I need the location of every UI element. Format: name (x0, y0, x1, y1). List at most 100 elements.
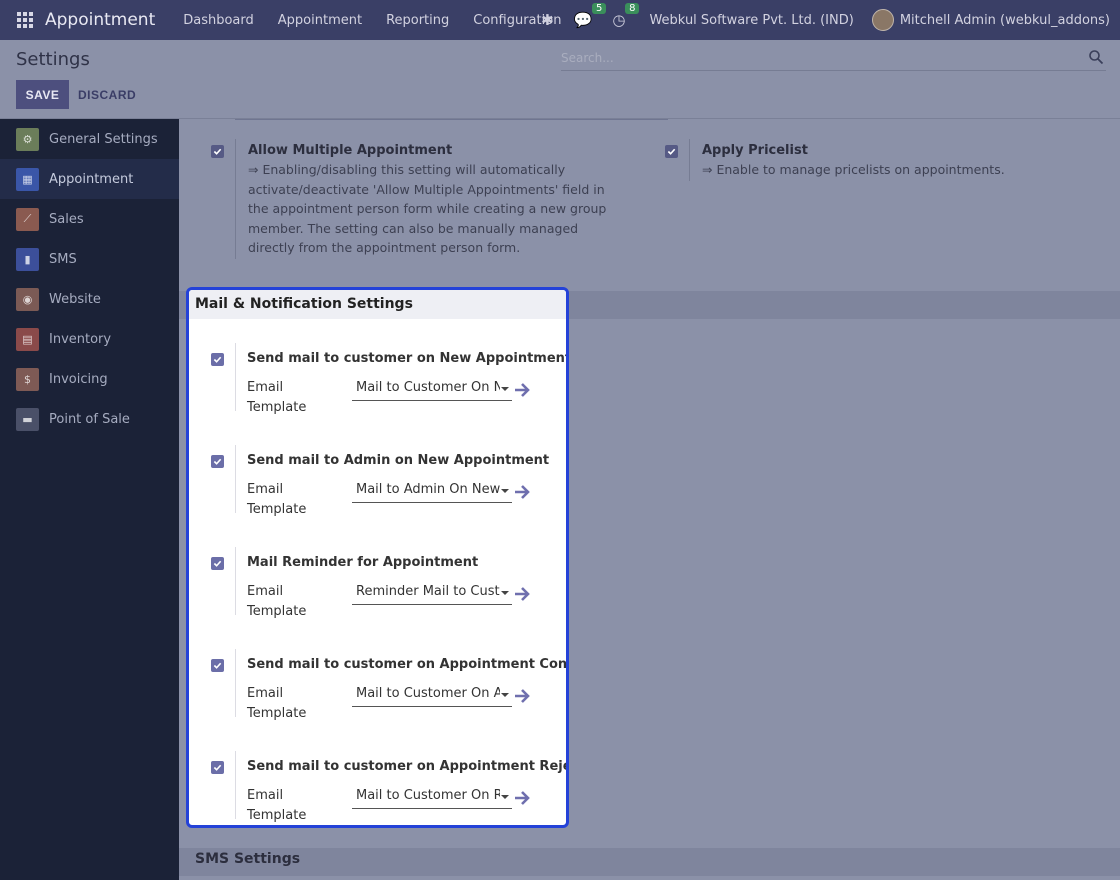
setting-divider (235, 751, 236, 819)
sidebar-item-website[interactable]: ◉ Website (0, 279, 179, 319)
top-navbar: Appointment Dashboard Appointment Report… (0, 0, 1120, 40)
divider (235, 119, 668, 120)
sidebar-item-label: Point of Sale (49, 411, 130, 427)
menu-appointment[interactable]: Appointment (278, 13, 362, 28)
messages-badge: 5 (592, 3, 607, 14)
mail-setting-title: Send mail to customer on New Appointment (247, 351, 569, 366)
caret-down-icon (501, 693, 509, 697)
app-brand[interactable]: Appointment (45, 10, 155, 30)
caret-down-icon (501, 387, 509, 391)
mail-setting-checkbox[interactable] (211, 557, 224, 570)
sidebar-item-label: Sales (49, 211, 84, 227)
mail-setting-title: Send mail to customer on Appointment Con… (247, 657, 568, 672)
search-placeholder: Search... (561, 51, 614, 65)
mail-setting-checkbox[interactable] (211, 455, 224, 468)
email-template-select[interactable]: Reminder Mail to Customer (352, 583, 512, 605)
sidebar-item-general-settings[interactable]: ⚙ General Settings (0, 119, 179, 159)
mail-notification-panel: Mail & Notification Settings Send mail t… (186, 287, 569, 828)
allow-multiple-desc: ⇒ Enabling/disabling this setting will a… (248, 162, 607, 256)
menu-dashboard[interactable]: Dashboard (183, 13, 254, 28)
invoice-icon: $ (16, 367, 39, 391)
mail-section-title: Mail & Notification Settings (195, 296, 413, 312)
systray: ✱ 💬 5 ◷ 8 Webkul Software Pvt. Ltd. (IND) … (531, 0, 1110, 40)
avatar[interactable] (871, 9, 894, 31)
control-panel: Settings Search... SAVE DISCARD (0, 40, 1120, 119)
mail-setting-checkbox[interactable] (211, 761, 224, 774)
mail-setting-checkbox[interactable] (211, 659, 224, 672)
arrow-right-icon[interactable] (513, 687, 531, 705)
activities-badge: 8 (625, 3, 640, 14)
allow-multiple-title: Allow Multiple Appointment (248, 143, 453, 158)
email-template-value: Mail to Customer On Reject (356, 788, 500, 803)
sidebar-item-invoicing[interactable]: $ Invoicing (0, 359, 179, 399)
search-icon[interactable] (1088, 49, 1104, 65)
setting-divider (689, 139, 690, 181)
box-icon: ▤ (16, 327, 39, 351)
page-title: Settings (16, 49, 90, 70)
chat-icon[interactable]: 💬 5 (574, 3, 607, 29)
store-icon: ▬ (16, 407, 39, 431)
sidebar-item-inventory[interactable]: ▤ Inventory (0, 319, 179, 359)
discard-button[interactable]: DISCARD (78, 80, 136, 109)
apply-pricelist-checkbox[interactable] (665, 145, 678, 158)
sidebar-item-sales[interactable]: ⟋ Sales (0, 199, 179, 239)
mail-setting-item: Send mail to customer on Appointment Con… (189, 649, 568, 729)
mail-setting-title: Send mail to Admin on New Appointment (247, 453, 550, 468)
sidebar-item-point-of-sale[interactable]: ▬ Point of Sale (0, 399, 179, 439)
arrow-right-icon[interactable] (513, 381, 531, 399)
mail-setting-item: Send mail to customer on New Appointment… (189, 343, 569, 423)
email-template-label: Email Template (247, 584, 307, 619)
arrow-right-icon[interactable] (513, 789, 531, 807)
caret-down-icon (501, 591, 509, 595)
chart-icon: ⟋ (16, 207, 39, 231)
arrow-right-icon[interactable] (513, 483, 531, 501)
bug-icon[interactable]: ✱ (541, 11, 554, 29)
apply-pricelist-desc: ⇒ Enable to manage pricelists on appoint… (702, 162, 1005, 177)
sidebar-item-label: Invoicing (49, 371, 108, 387)
phone-icon: ▮ (16, 247, 39, 271)
email-template-label: Email Template (247, 482, 307, 517)
sidebar-item-sms[interactable]: ▮ SMS (0, 239, 179, 279)
caret-down-icon (501, 489, 509, 493)
settings-sidebar: ⚙ General Settings ▦ Appointment ⟋ Sales… (0, 119, 179, 880)
menu-reporting[interactable]: Reporting (386, 13, 449, 28)
mail-setting-checkbox[interactable] (211, 353, 224, 366)
setting-divider (235, 649, 236, 717)
mail-setting-item: Send mail to customer on Appointment Rej… (189, 751, 569, 825)
sidebar-item-label: General Settings (49, 131, 158, 147)
apps-menu-icon[interactable] (17, 12, 33, 28)
sidebar-item-label: Inventory (49, 331, 112, 347)
arrow-right-icon[interactable] (513, 585, 531, 603)
allow-multiple-checkbox[interactable] (211, 145, 224, 158)
email-template-value: Mail to Customer On New Appointment (356, 380, 500, 395)
setting-divider (235, 343, 236, 411)
email-template-label: Email Template (247, 380, 307, 415)
setting-divider (235, 547, 236, 615)
search-input[interactable]: Search... (561, 45, 1106, 71)
mail-setting-title: Mail Reminder for Appointment (247, 555, 479, 570)
save-button[interactable]: SAVE (16, 80, 69, 109)
email-template-select[interactable]: Mail to Customer On Reject (352, 787, 512, 809)
mail-setting-title: Send mail to customer on Appointment Rej… (247, 759, 569, 774)
sidebar-item-label: Appointment (49, 171, 134, 187)
calendar-grid-icon: ▦ (16, 167, 39, 191)
email-template-select[interactable]: Mail to Customer On Appointment Confirma… (352, 685, 512, 707)
setting-divider (235, 139, 236, 259)
email-template-label: Email Template (247, 686, 307, 721)
sidebar-item-label: Website (49, 291, 101, 307)
sms-section-title: SMS Settings (195, 851, 301, 867)
user-menu[interactable]: Mitchell Admin (webkul_addons) (900, 13, 1110, 28)
company-switcher[interactable]: Webkul Software Pvt. Ltd. (IND) (649, 13, 853, 28)
email-template-value: Mail to Admin On New Appointment (356, 482, 500, 497)
mail-section-header: Mail & Notification Settings (189, 290, 566, 319)
clock-icon[interactable]: ◷ 8 (612, 3, 640, 29)
email-template-value: Reminder Mail to Customer (356, 584, 500, 599)
mail-setting-item: Send mail to Admin on New Appointment Em… (189, 445, 566, 525)
globe-icon: ◉ (16, 287, 39, 311)
sidebar-item-label: SMS (49, 251, 77, 267)
email-template-select[interactable]: Mail to Customer On New Appointment (352, 379, 512, 401)
mail-setting-item: Mail Reminder for Appointment Email Temp… (189, 547, 566, 627)
sidebar-item-appointment[interactable]: ▦ Appointment (0, 159, 179, 199)
gear-icon: ⚙ (16, 127, 39, 151)
email-template-select[interactable]: Mail to Admin On New Appointment (352, 481, 512, 503)
